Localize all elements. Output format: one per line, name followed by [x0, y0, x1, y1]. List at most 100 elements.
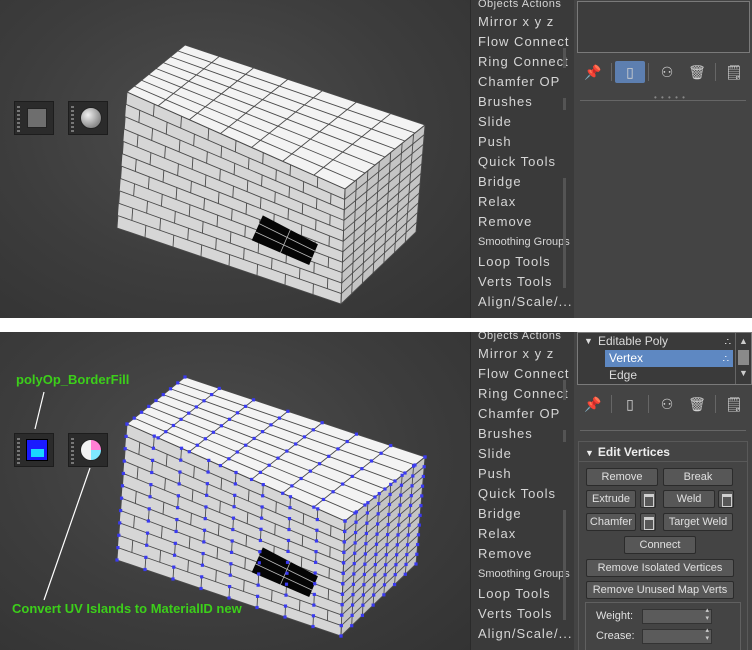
rollout-title[interactable]: ▼ Edit Vertices [579, 442, 747, 462]
chamfer-button[interactable]: Chamfer [586, 513, 636, 531]
vertex-dot [256, 583, 260, 587]
menu-item[interactable]: Relax [471, 192, 574, 212]
stack-item-editable-poly[interactable]: ▼ Editable Poly ∴ [578, 333, 751, 350]
extrude-button[interactable]: Extrude [586, 490, 636, 508]
vertex-dot [119, 496, 124, 500]
menu-item[interactable]: Smoothing Groups [471, 564, 574, 584]
vertex-dot [340, 613, 344, 617]
configure-icon[interactable]: 🗒 [719, 393, 749, 415]
unique-icon[interactable]: ⚇ [652, 61, 682, 83]
menu-item[interactable]: Push [471, 464, 574, 484]
weight-spinner[interactable] [642, 607, 712, 624]
material-square-button[interactable] [14, 101, 54, 135]
vertex-dot [171, 423, 176, 428]
trash-icon[interactable]: 🗑 [682, 393, 712, 415]
weld-settings-button[interactable] [718, 490, 734, 508]
crease-spinner[interactable] [642, 627, 712, 644]
menu-item[interactable]: Brushes [471, 424, 574, 444]
menu-item[interactable]: Remove [471, 212, 574, 232]
stack-item-edge[interactable]: Edge [605, 367, 751, 384]
menu-item[interactable]: Align/Scale/... [471, 292, 574, 312]
modifier-stack-empty[interactable] [577, 1, 750, 53]
break-button[interactable]: Break [663, 468, 733, 486]
remove-button[interactable]: Remove [586, 468, 658, 486]
menu-item[interactable]: Relax [471, 524, 574, 544]
modifier-stack[interactable]: ▼ Editable Poly ∴ Vertex ∴ Edge ▲ ▼ [577, 332, 752, 385]
viewport-perspective[interactable] [0, 0, 470, 318]
vertex-dot [145, 543, 149, 547]
poly-border-fill-button[interactable] [14, 433, 54, 467]
chamfer-settings-button[interactable] [640, 513, 656, 531]
annotation-border-fill: polyOp_BorderFill [16, 372, 130, 387]
trash-icon[interactable]: 🗑 [682, 61, 712, 83]
vertex-dot [393, 573, 397, 577]
menu-item[interactable]: Quick Tools [471, 152, 574, 172]
scroll-thumb[interactable] [738, 350, 749, 365]
menu-item[interactable]: Objects Actions [471, 332, 574, 344]
scroll-up-icon[interactable]: ▲ [736, 333, 751, 350]
menu-item[interactable]: Bridge [471, 172, 574, 192]
modifier-icon[interactable]: ▯ [615, 61, 645, 83]
vertex-dot [258, 538, 263, 543]
vertex-dot [383, 487, 387, 491]
side-col-edge [374, 222, 377, 233]
uv-islands-button[interactable] [68, 433, 108, 467]
menu-item[interactable]: Flow Connect [471, 32, 574, 52]
front-col-edge [274, 191, 276, 203]
menu-item[interactable]: Mirror x y z [471, 344, 574, 364]
menu-item[interactable]: Bridge [471, 504, 574, 524]
remove-unused-map-verts-button[interactable]: Remove Unused Map Verts [586, 581, 734, 599]
menu-item[interactable]: Objects Actions [471, 0, 574, 12]
menu-item[interactable]: Align/Scale/... [471, 624, 574, 644]
menu-item[interactable]: Ring Connect [471, 384, 574, 404]
menu-item[interactable]: Push [471, 132, 574, 152]
collapse-triangle-icon[interactable]: ▼ [584, 333, 593, 350]
scroll-down-icon[interactable]: ▼ [736, 365, 751, 382]
menu-item[interactable]: Verts Tools [471, 604, 574, 624]
vertex-dot [399, 493, 403, 497]
menu-item[interactable]: Flow Connect [471, 364, 574, 384]
vertex-dot [385, 533, 390, 537]
modifier-icon[interactable]: ▯ [615, 393, 645, 415]
material-sphere-button[interactable] [68, 101, 108, 135]
pin-icon[interactable]: 📌 [578, 393, 608, 415]
subobject-icon: ∴ [724, 337, 731, 348]
edit-vertices-rollout: ▼ Edit Vertices Remove Break Extrude Weld… [578, 441, 748, 650]
menu-item[interactable]: Slide [471, 444, 574, 464]
menu-item[interactable]: Quick Tools [471, 484, 574, 504]
extrude-settings-button[interactable] [640, 490, 656, 508]
front-col-edge [275, 169, 277, 181]
stack-item-vertex[interactable]: Vertex ∴ [605, 350, 733, 367]
menu-item[interactable]: Chamfer OP [471, 404, 574, 424]
target-weld-button[interactable]: Target Weld [663, 513, 733, 531]
vertex-dot [176, 381, 180, 385]
vertex-dot [183, 375, 187, 379]
vertex-dot [387, 502, 392, 507]
viewport-perspective[interactable]: polyOp_BorderFill Convert UV Islands to … [0, 332, 470, 650]
vertex-dot [228, 584, 232, 589]
weld-button[interactable]: Weld [663, 490, 715, 508]
configure-icon[interactable]: 🗒 [719, 61, 749, 83]
menu-item[interactable]: Loop Tools [471, 584, 574, 604]
vertex-dot [202, 528, 207, 532]
menu-item[interactable]: Slide [471, 112, 574, 132]
menu-item[interactable]: Mirror x y z [471, 12, 574, 32]
front-col-edge [231, 208, 233, 221]
connect-button[interactable]: Connect [624, 536, 696, 554]
vertex-dot [139, 410, 144, 414]
menu-item[interactable]: Ring Connect [471, 52, 574, 72]
menu-item[interactable]: Verts Tools [471, 272, 574, 292]
vertex-dot [419, 504, 423, 508]
front-col-edge [234, 472, 237, 484]
menu-item[interactable]: Remove [471, 544, 574, 564]
vertex-dot [202, 399, 206, 403]
menu-item[interactable]: Brushes [471, 92, 574, 112]
remove-isolated-vertices-button[interactable]: Remove Isolated Vertices [586, 559, 734, 577]
pin-icon[interactable]: 📌 [578, 61, 608, 83]
stack-scrollbar[interactable]: ▲ ▼ [735, 333, 751, 384]
unique-icon[interactable]: ⚇ [652, 393, 682, 415]
menu-item[interactable]: Loop Tools [471, 252, 574, 272]
menu-item[interactable]: Smoothing Groups [471, 232, 574, 252]
vertex-dot [400, 473, 404, 477]
menu-item[interactable]: Chamfer OP [471, 72, 574, 92]
